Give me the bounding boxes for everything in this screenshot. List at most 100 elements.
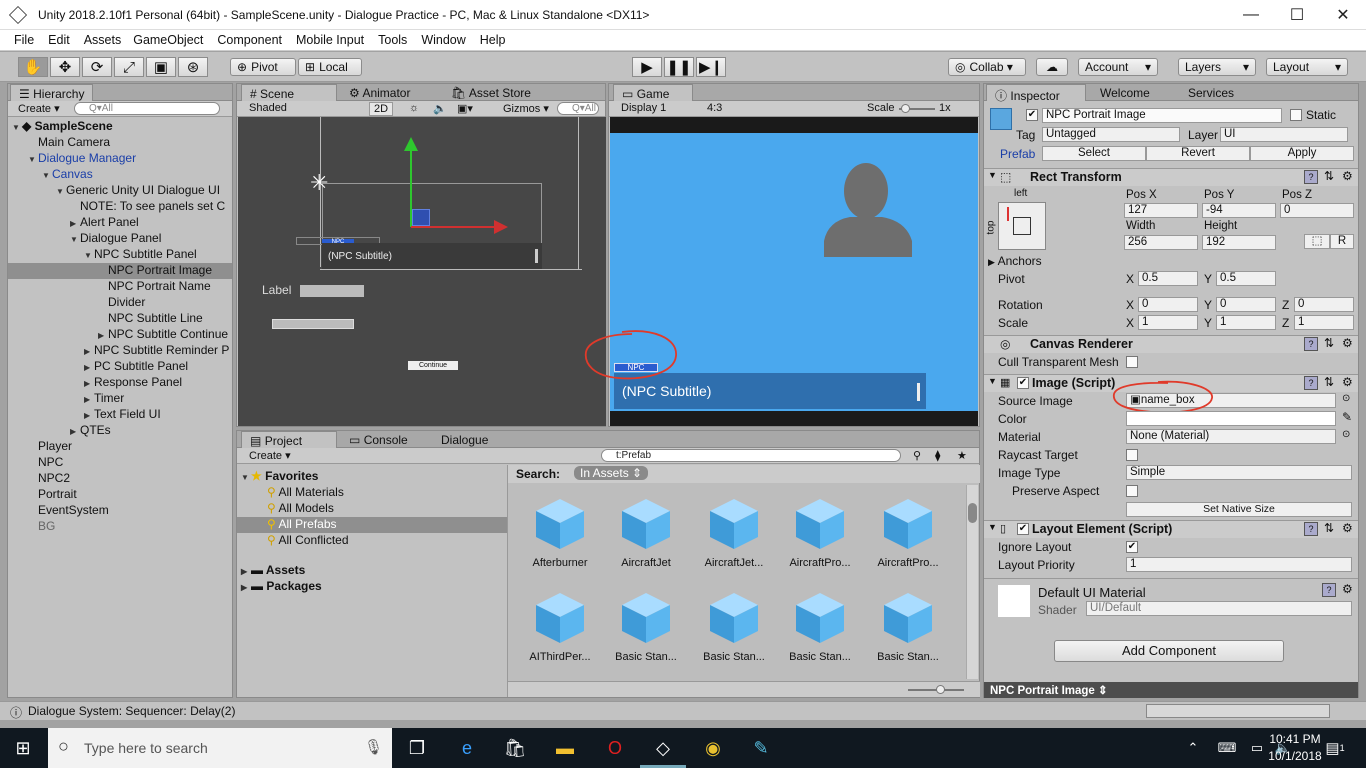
- play-button[interactable]: ▶: [632, 57, 662, 77]
- hier-item[interactable]: EventSystem: [8, 503, 232, 519]
- effects-icon[interactable]: ▣▾: [453, 102, 477, 116]
- menu-gameobject[interactable]: GameObject: [133, 33, 203, 47]
- gear-icon[interactable]: ⚙: [1342, 169, 1353, 183]
- cloud-icon[interactable]: ☁: [1036, 58, 1068, 76]
- layout-priority-field[interactable]: 1: [1126, 557, 1352, 572]
- gizmos-dropdown[interactable]: Gizmos ▾: [499, 102, 553, 116]
- asset-item[interactable]: Afterburner: [520, 495, 600, 569]
- hier-item[interactable]: ▶ Timer: [8, 391, 232, 407]
- anchors-row[interactable]: ▶ Anchors: [988, 254, 1042, 268]
- project-search-input[interactable]: t:Prefab: [601, 449, 901, 462]
- height-field[interactable]: 192: [1202, 235, 1276, 250]
- opera-icon[interactable]: O: [602, 736, 628, 760]
- tab-asset-store[interactable]: 🛍 Asset Store: [443, 84, 539, 101]
- shader-dropdown[interactable]: UI/Default: [1086, 601, 1352, 616]
- local-toggle[interactable]: ⊞ Local: [298, 58, 362, 76]
- layout-element-header[interactable]: Layout Element (Script): [984, 520, 1358, 538]
- prefab-apply-button[interactable]: Apply: [1250, 146, 1354, 161]
- scene-search-input[interactable]: Q▾All: [557, 102, 599, 115]
- scale-z-field[interactable]: 1: [1294, 315, 1354, 330]
- scale-slider-thumb[interactable]: [901, 104, 910, 113]
- filter-type-icon[interactable]: ⚲: [909, 449, 925, 463]
- fav-item-selected[interactable]: ⚲ All Prefabs: [237, 517, 507, 533]
- scale-y-field[interactable]: 1: [1216, 315, 1276, 330]
- filter-label-icon[interactable]: ⧫: [931, 449, 944, 463]
- task-view-icon[interactable]: ❐: [404, 736, 430, 760]
- collab-dropdown[interactable]: ◎ Collab ▾: [948, 58, 1026, 76]
- npc-subtitle-box[interactable]: (NPC Subtitle): [322, 243, 542, 269]
- paint-icon[interactable]: ✎: [748, 736, 774, 760]
- image-type-dropdown[interactable]: Simple: [1126, 465, 1352, 480]
- hier-item[interactable]: Divider: [8, 295, 232, 311]
- hier-item[interactable]: ▶ QTEs: [8, 423, 232, 439]
- tag-dropdown[interactable]: Untagged: [1042, 127, 1180, 142]
- menu-mobile-input[interactable]: Mobile Input: [296, 33, 364, 47]
- collapse-icon[interactable]: ▼: [988, 376, 997, 386]
- asset-item[interactable]: AircraftJet: [606, 495, 686, 569]
- hier-item[interactable]: ▶ Alert Panel: [8, 215, 232, 231]
- tab-welcome[interactable]: Welcome: [1092, 84, 1158, 101]
- gear-icon[interactable]: ⚙: [1342, 375, 1353, 389]
- object-name-field[interactable]: NPC Portrait Image: [1042, 108, 1282, 123]
- hier-item[interactable]: ▶ Response Panel: [8, 375, 232, 391]
- collapse-icon[interactable]: ▼: [988, 522, 997, 532]
- transform-tool-icon[interactable]: ⊛: [178, 57, 208, 77]
- hier-item[interactable]: ▼ Dialogue Manager: [8, 151, 232, 167]
- tab-inspector[interactable]: ⓘ Inspector: [986, 84, 1086, 103]
- step-button[interactable]: ▶❙: [696, 57, 726, 77]
- raw-edit-button[interactable]: R: [1330, 234, 1354, 249]
- collapse-icon[interactable]: ▼: [988, 170, 997, 180]
- notification-icon[interactable]: ▤ 1: [1322, 736, 1348, 760]
- rot-y-field[interactable]: 0: [1216, 297, 1276, 312]
- preset-icon[interactable]: ⇅: [1324, 521, 1334, 535]
- hier-item-selected[interactable]: NPC Portrait Image: [8, 263, 232, 279]
- static-checkbox[interactable]: [1290, 109, 1302, 121]
- move-tool-icon[interactable]: ✥: [50, 57, 80, 77]
- eyedropper-icon[interactable]: ✎: [1342, 410, 1352, 424]
- vertical-scrollbar[interactable]: [966, 485, 978, 679]
- preview-footer[interactable]: NPC Portrait Image ⇕: [984, 682, 1358, 698]
- material-field[interactable]: None (Material): [1126, 429, 1336, 444]
- preset-icon[interactable]: ⇅: [1324, 169, 1334, 183]
- scene-root[interactable]: ▼ ◆ SampleScene: [12, 119, 232, 135]
- hier-item[interactable]: ▼ Generic Unity UI Dialogue UI: [8, 183, 232, 199]
- tab-dialogue[interactable]: Dialogue: [433, 431, 496, 448]
- pause-button[interactable]: ❚❚: [664, 57, 694, 77]
- canvas-renderer-header[interactable]: Canvas Renderer: [984, 335, 1358, 353]
- gear-icon[interactable]: ⚙: [1342, 336, 1353, 350]
- xy-plane-handle[interactable]: [412, 209, 430, 226]
- anchor-preset-button[interactable]: [998, 202, 1046, 250]
- favorites-header[interactable]: ▼ ★ Favorites: [241, 469, 318, 483]
- hier-item[interactable]: NPC Portrait Name: [8, 279, 232, 295]
- tab-services[interactable]: Services: [1180, 84, 1242, 101]
- set-native-size-button[interactable]: Set Native Size: [1126, 502, 1352, 517]
- shading-dropdown[interactable]: Shaded: [245, 102, 361, 116]
- close-button[interactable]: ✕: [1320, 0, 1366, 30]
- color-swatch[interactable]: [1126, 411, 1336, 426]
- asset-item[interactable]: Basic Stan...: [780, 589, 860, 663]
- lighting-icon[interactable]: ☼: [405, 102, 423, 116]
- pivot-toggle[interactable]: ⊕ Pivot: [230, 58, 296, 76]
- chrome-icon[interactable]: ◉: [700, 736, 726, 760]
- hier-item[interactable]: NPC: [8, 455, 232, 471]
- create-dropdown[interactable]: Create ▾: [14, 102, 64, 116]
- preset-icon[interactable]: ⇅: [1324, 336, 1334, 350]
- fav-item[interactable]: ⚲ All Materials: [267, 485, 344, 499]
- prefab-select-button[interactable]: Select: [1042, 146, 1146, 161]
- ignore-layout-checkbox[interactable]: ✔: [1126, 541, 1138, 553]
- favorite-star-icon[interactable]: ★: [953, 449, 971, 463]
- layer-dropdown[interactable]: UI: [1220, 127, 1348, 142]
- help-icon[interactable]: ?: [1304, 170, 1318, 184]
- pivot-handle-icon[interactable]: ✳: [310, 172, 334, 197]
- object-picker-icon[interactable]: ⊙: [1342, 393, 1350, 404]
- hier-item[interactable]: ▶ Text Field UI: [8, 407, 232, 423]
- hier-item[interactable]: ▶ PC Subtitle Panel: [8, 359, 232, 375]
- object-picker-icon[interactable]: ⊙: [1342, 429, 1350, 440]
- project-create-dropdown[interactable]: Create ▾: [245, 449, 295, 463]
- hier-item[interactable]: ▼ NPC Subtitle Panel: [8, 247, 232, 263]
- menu-help[interactable]: Help: [480, 33, 506, 47]
- help-icon[interactable]: ?: [1304, 376, 1318, 390]
- menu-file[interactable]: File: [14, 33, 34, 47]
- blueprint-mode-button[interactable]: ⬚: [1304, 234, 1330, 249]
- hier-item[interactable]: BG: [8, 519, 232, 535]
